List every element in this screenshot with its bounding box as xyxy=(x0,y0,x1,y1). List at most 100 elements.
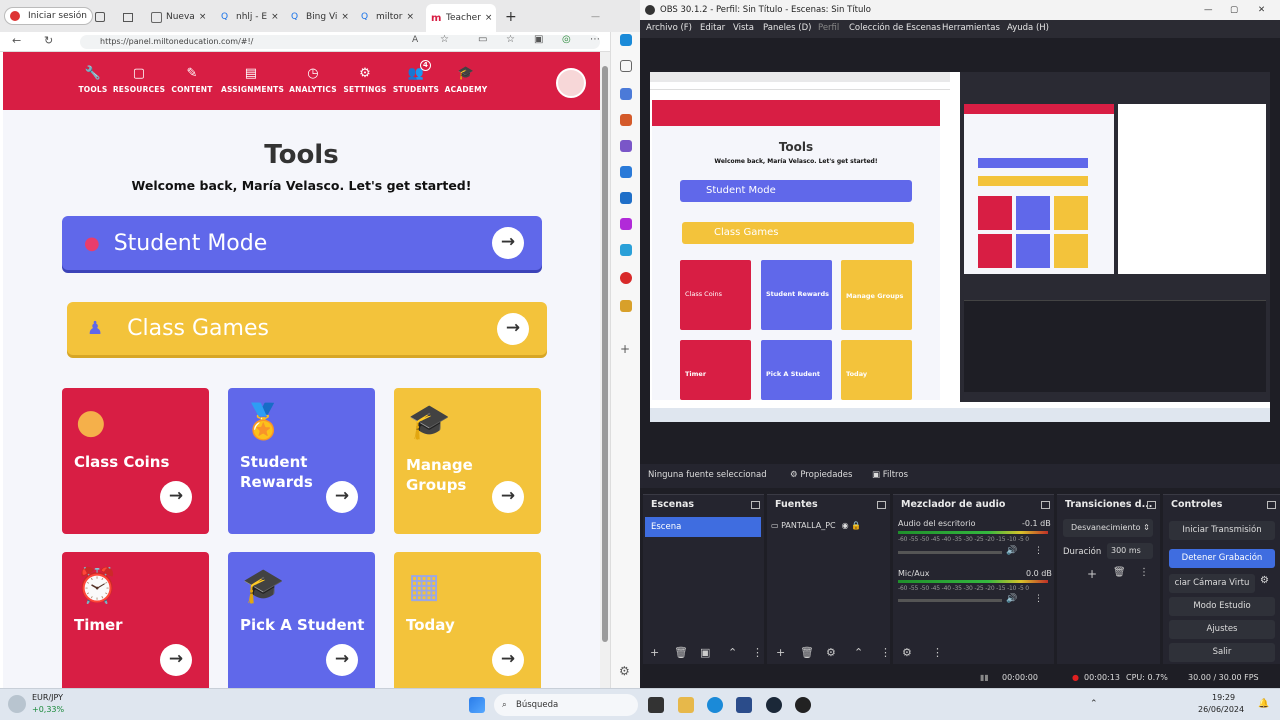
workspaces-icon[interactable] xyxy=(118,6,138,28)
minimize-icon[interactable]: — xyxy=(586,6,605,28)
more-icon[interactable]: ⋮ xyxy=(932,646,943,659)
card-today[interactable]: ▦ Today → xyxy=(394,552,541,688)
maximize-icon[interactable]: ▢ xyxy=(1230,0,1238,20)
settings-button[interactable]: Ajustes xyxy=(1169,620,1275,639)
remove-scene-icon[interactable]: 🗑 xyxy=(674,646,688,659)
copilot-icon[interactable] xyxy=(620,34,632,46)
menu-help[interactable]: Ayuda (H) xyxy=(1007,23,1049,33)
scene-filters-icon[interactable]: ▣ xyxy=(700,646,710,659)
card-timer[interactable]: ⏰ Timer → xyxy=(62,552,209,688)
menu-view[interactable]: Vista xyxy=(733,23,754,33)
menu-file[interactable]: Archivo (F) xyxy=(646,23,692,33)
tab-overview-icon[interactable] xyxy=(90,6,110,28)
taskbar-search[interactable]: ⌕ Búsqueda xyxy=(494,694,638,716)
url-field[interactable]: https://panel.miltoneducation.com/#!/ xyxy=(80,35,600,49)
menu-docks[interactable]: Paneles (D) xyxy=(763,23,811,33)
close-icon[interactable]: × xyxy=(407,12,415,22)
new-tab-button[interactable]: + xyxy=(500,6,522,28)
add-scene-icon[interactable]: + xyxy=(650,646,659,659)
studio-mode-button[interactable]: Modo Estudio xyxy=(1169,597,1275,616)
tab-3[interactable]: Q Bing Vi × xyxy=(286,6,354,28)
tab-1[interactable]: Nueva × xyxy=(146,6,214,28)
undock-icon[interactable] xyxy=(1041,501,1050,509)
card-pick-a-student[interactable]: 🎓 Pick A Student → xyxy=(228,552,375,688)
undock-icon[interactable] xyxy=(1147,501,1156,509)
more-icon[interactable]: ⋮ xyxy=(1034,594,1043,604)
file-explorer-icon[interactable] xyxy=(678,697,694,713)
scrollbar-thumb[interactable] xyxy=(602,66,608,642)
add-icon[interactable]: + xyxy=(620,342,630,356)
start-streaming-button[interactable]: Iniciar Transmisión xyxy=(1169,521,1275,540)
volume-slider[interactable] xyxy=(898,551,1002,554)
student-mode-button[interactable]: ● Student Mode → xyxy=(62,216,542,270)
nav-assignments[interactable]: ▤ ASSIGNMENTS xyxy=(221,66,284,94)
favorites-icon[interactable]: ☆ xyxy=(506,34,515,45)
undock-icon[interactable] xyxy=(1267,501,1276,509)
gear-icon[interactable]: ⚙ xyxy=(619,664,630,678)
tag-icon[interactable] xyxy=(620,88,632,100)
trash-icon[interactable]: 🗑 xyxy=(1113,567,1126,578)
search-icon[interactable] xyxy=(620,60,632,72)
nav-academy[interactable]: 🎓 ACADEMY xyxy=(436,66,496,94)
card-class-coins[interactable]: ● Class Coins → xyxy=(62,388,209,534)
notification-bell-icon[interactable]: 🔔 xyxy=(1258,699,1269,709)
move-up-icon[interactable]: ⌃ xyxy=(728,646,737,659)
virtual-camera-button[interactable]: ciar Cámara Virtu xyxy=(1169,574,1255,593)
profile-button[interactable]: Iniciar sesión xyxy=(4,7,94,25)
gear-icon[interactable]: ⚙ xyxy=(1260,575,1269,586)
more-icon[interactable]: ⋮ xyxy=(1034,546,1043,556)
back-icon[interactable]: ← xyxy=(12,34,21,47)
nav-resources[interactable]: ▢ RESOURCES xyxy=(109,66,169,94)
add-icon[interactable]: + xyxy=(1087,567,1097,581)
obs-icon[interactable] xyxy=(795,697,811,713)
scene-item[interactable]: Escena xyxy=(645,517,761,537)
read-aloud-icon[interactable]: A xyxy=(412,35,418,45)
reload-icon[interactable]: ↻ xyxy=(44,34,53,47)
eye-icon[interactable]: ◉ xyxy=(842,521,849,530)
speaker-icon[interactable]: 🔊 xyxy=(1006,594,1017,604)
card-manage-groups[interactable]: 🎓 Manage Groups → xyxy=(394,388,541,534)
minimize-icon[interactable]: — xyxy=(1204,0,1213,20)
edge-icon[interactable] xyxy=(707,697,723,713)
favorite-star-icon[interactable]: ☆ xyxy=(440,34,449,45)
stop-recording-button[interactable]: Detener Grabación xyxy=(1169,549,1275,568)
tools-icon[interactable] xyxy=(620,166,632,178)
move-up-icon[interactable]: ⌃ xyxy=(854,646,863,659)
windows-start-icon[interactable] xyxy=(469,697,485,713)
tray-chevron-icon[interactable]: ⌃ xyxy=(1090,699,1098,709)
task-view-icon[interactable] xyxy=(648,697,664,713)
more-icon[interactable]: ⋮ xyxy=(1139,567,1149,578)
filters-button[interactable]: ▣ Filtros xyxy=(872,470,908,480)
close-icon[interactable]: × xyxy=(271,12,279,22)
steam-icon[interactable] xyxy=(766,697,782,713)
menu-edit[interactable]: Editar xyxy=(700,23,725,33)
lock-icon[interactable]: 🔒 xyxy=(851,521,861,530)
source-item[interactable]: ▭ PANTALLA_PC ◉ 🔒 xyxy=(771,521,887,530)
menu-scene-collection[interactable]: Colección de Escenas xyxy=(849,23,941,33)
obs-preview[interactable]: Tools Welcome back, María Velasco. Let's… xyxy=(650,72,1270,422)
close-icon[interactable]: × xyxy=(485,13,493,23)
add-source-icon[interactable]: + xyxy=(776,646,785,659)
drop-icon[interactable] xyxy=(620,218,632,230)
collections-icon[interactable]: ▣ xyxy=(534,34,543,45)
nav-analytics[interactable]: ◷ ANALYTICS xyxy=(283,66,343,94)
close-icon[interactable]: × xyxy=(199,12,207,22)
outlook-icon[interactable] xyxy=(620,192,632,204)
properties-button[interactable]: ⚙ Propiedades xyxy=(790,470,852,480)
store-icon[interactable] xyxy=(736,697,752,713)
briefcase-icon[interactable] xyxy=(620,114,632,126)
opera-icon[interactable] xyxy=(620,272,632,284)
class-games-button[interactable]: ♟ Class Games → xyxy=(67,302,547,355)
card-student-rewards[interactable]: 🏅 Student Rewards → xyxy=(228,388,375,534)
more-icon[interactable]: ⋯ xyxy=(590,34,600,45)
split-screen-icon[interactable]: ▭ xyxy=(478,34,487,45)
speaker-icon[interactable]: 🔊 xyxy=(1006,546,1017,556)
app-icon[interactable] xyxy=(620,300,632,312)
nav-content[interactable]: ✎ CONTENT xyxy=(162,66,222,94)
more-icon[interactable]: ⋮ xyxy=(752,646,763,659)
advanced-audio-icon[interactable]: ⚙ xyxy=(902,646,912,659)
undock-icon[interactable] xyxy=(751,501,760,509)
avatar[interactable] xyxy=(556,68,586,98)
menu-tools[interactable]: Herramientas xyxy=(942,23,1000,33)
source-properties-icon[interactable]: ⚙ xyxy=(826,646,836,659)
